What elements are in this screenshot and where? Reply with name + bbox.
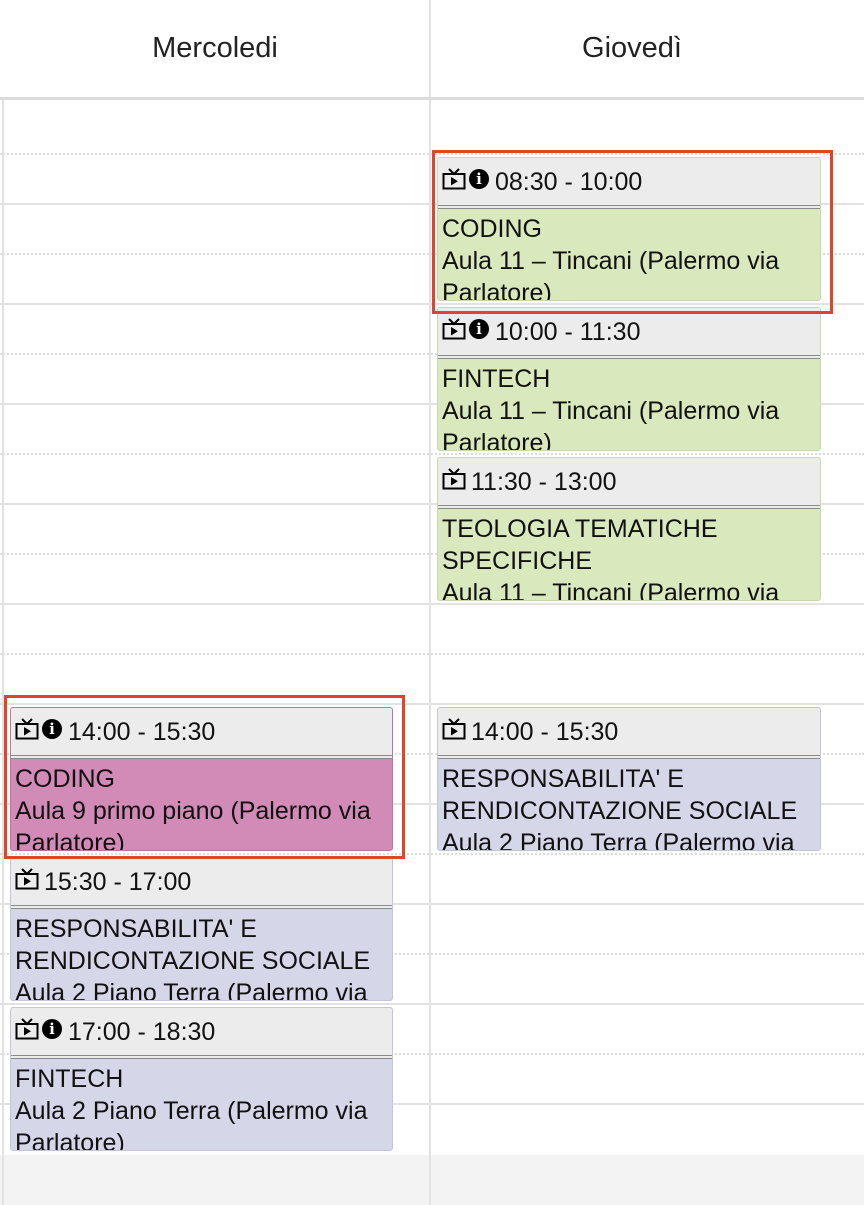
weekly-calendar: Mercoledi Giovedì i 08:30 - 10:00 CODING… — [0, 0, 864, 1205]
info-icon[interactable]: i — [469, 168, 489, 189]
event-card-coding-thursday[interactable]: i 08:30 - 10:00 CODING Aula 11 – Tincani… — [437, 157, 821, 301]
day-label: Mercoledi — [152, 32, 278, 64]
event-header: i 17:00 - 18:30 — [11, 1008, 392, 1059]
info-icon[interactable]: i — [42, 1018, 62, 1039]
tv-play-icon[interactable] — [442, 717, 466, 740]
grid-line — [0, 653, 864, 655]
event-title: RESPONSABILITA' E RENDICONTAZIONE SOCIAL… — [442, 765, 798, 825]
tv-play-icon[interactable] — [15, 1017, 39, 1040]
event-time: 17:00 - 18:30 — [68, 1018, 216, 1046]
info-icon[interactable]: i — [42, 718, 62, 739]
event-time: 15:30 - 17:00 — [44, 868, 192, 896]
event-header: 11:30 - 13:00 — [438, 458, 820, 509]
event-card-fintech-thursday[interactable]: i 10:00 - 11:30 FINTECH Aula 11 – Tincan… — [437, 307, 821, 451]
event-body: FINTECH Aula 2 Piano Terra (Palermo via … — [11, 1059, 392, 1151]
grid-line — [0, 853, 864, 855]
day-header-wednesday[interactable]: Mercoledi — [0, 0, 430, 97]
event-time: 14:00 - 15:30 — [68, 718, 216, 746]
event-time: 10:00 - 11:30 — [495, 318, 641, 346]
event-location: Aula 2 Piano Terra (Palermo via Parlator… — [442, 829, 795, 851]
day-label: Giovedì — [582, 32, 682, 64]
grid-line — [0, 603, 864, 605]
event-body: RESPONSABILITA' E RENDICONTAZIONE SOCIAL… — [11, 909, 392, 1001]
event-location: Aula 11 – Tincani (Palermo via Parlatore… — [442, 247, 780, 301]
grid-line — [0, 453, 864, 455]
tv-play-icon[interactable] — [442, 317, 466, 340]
column-divider — [429, 0, 431, 97]
event-header: i 14:00 - 15:30 — [11, 708, 392, 759]
grid-line — [0, 153, 864, 155]
tv-play-icon[interactable] — [15, 867, 39, 890]
event-title: FINTECH — [442, 365, 551, 393]
event-title: TEOLOGIA TEMATICHE SPECIFICHE — [442, 515, 718, 575]
grid-line — [0, 703, 864, 705]
event-card-teologia-thursday[interactable]: 11:30 - 13:00 TEOLOGIA TEMATICHE SPECIFI… — [437, 457, 821, 601]
event-time: 08:30 - 10:00 — [495, 168, 643, 196]
event-location: Aula 11 – Tincani (Palermo via Parlatore… — [442, 579, 780, 601]
event-header: 15:30 - 17:00 — [11, 858, 392, 909]
event-location: Aula 2 Piano Terra (Palermo via Parlator… — [15, 1097, 368, 1151]
event-body: CODING Aula 9 primo piano (Palermo via P… — [11, 759, 392, 851]
tv-play-icon[interactable] — [15, 717, 39, 740]
event-header: i 08:30 - 10:00 — [438, 158, 820, 209]
event-header: i 10:00 - 11:30 — [438, 308, 820, 359]
event-title: FINTECH — [15, 1065, 124, 1093]
calendar-footer — [0, 1155, 864, 1205]
tv-play-icon[interactable] — [442, 167, 466, 190]
event-location: Aula 2 Piano Terra (Palermo via Parlator… — [15, 979, 368, 1001]
event-card-coding-wednesday[interactable]: i 14:00 - 15:30 CODING Aula 9 primo pian… — [10, 707, 393, 851]
event-location: Aula 9 primo piano (Palermo via Parlator… — [15, 797, 371, 851]
grid-line — [0, 303, 864, 305]
column-divider — [2, 0, 4, 1205]
event-location: Aula 11 – Tincani (Palermo via Parlatore… — [442, 397, 780, 451]
info-icon[interactable]: i — [469, 318, 489, 339]
event-time: 11:30 - 13:00 — [471, 468, 617, 496]
event-card-responsabilita-thursday[interactable]: 14:00 - 15:30 RESPONSABILITA' E RENDICON… — [437, 707, 821, 851]
column-divider — [429, 0, 431, 1205]
day-header-thursday[interactable]: Giovedì — [431, 0, 833, 97]
event-title: CODING — [442, 215, 542, 243]
event-body: RESPONSABILITA' E RENDICONTAZIONE SOCIAL… — [438, 759, 820, 851]
event-header: 14:00 - 15:30 — [438, 708, 820, 759]
grid-line — [0, 1003, 864, 1005]
calendar-header: Mercoledi Giovedì — [0, 0, 864, 100]
event-title: CODING — [15, 765, 115, 793]
event-time: 14:00 - 15:30 — [471, 718, 619, 746]
event-body: TEOLOGIA TEMATICHE SPECIFICHE Aula 11 – … — [438, 509, 820, 601]
event-card-responsabilita-wednesday[interactable]: 15:30 - 17:00 RESPONSABILITA' E RENDICON… — [10, 857, 393, 1001]
event-title: RESPONSABILITA' E RENDICONTAZIONE SOCIAL… — [15, 915, 371, 975]
tv-play-icon[interactable] — [442, 467, 466, 490]
event-card-fintech-wednesday[interactable]: i 17:00 - 18:30 FINTECH Aula 2 Piano Ter… — [10, 1007, 393, 1151]
event-body: CODING Aula 11 – Tincani (Palermo via Pa… — [438, 209, 820, 301]
event-body: FINTECH Aula 11 – Tincani (Palermo via P… — [438, 359, 820, 451]
